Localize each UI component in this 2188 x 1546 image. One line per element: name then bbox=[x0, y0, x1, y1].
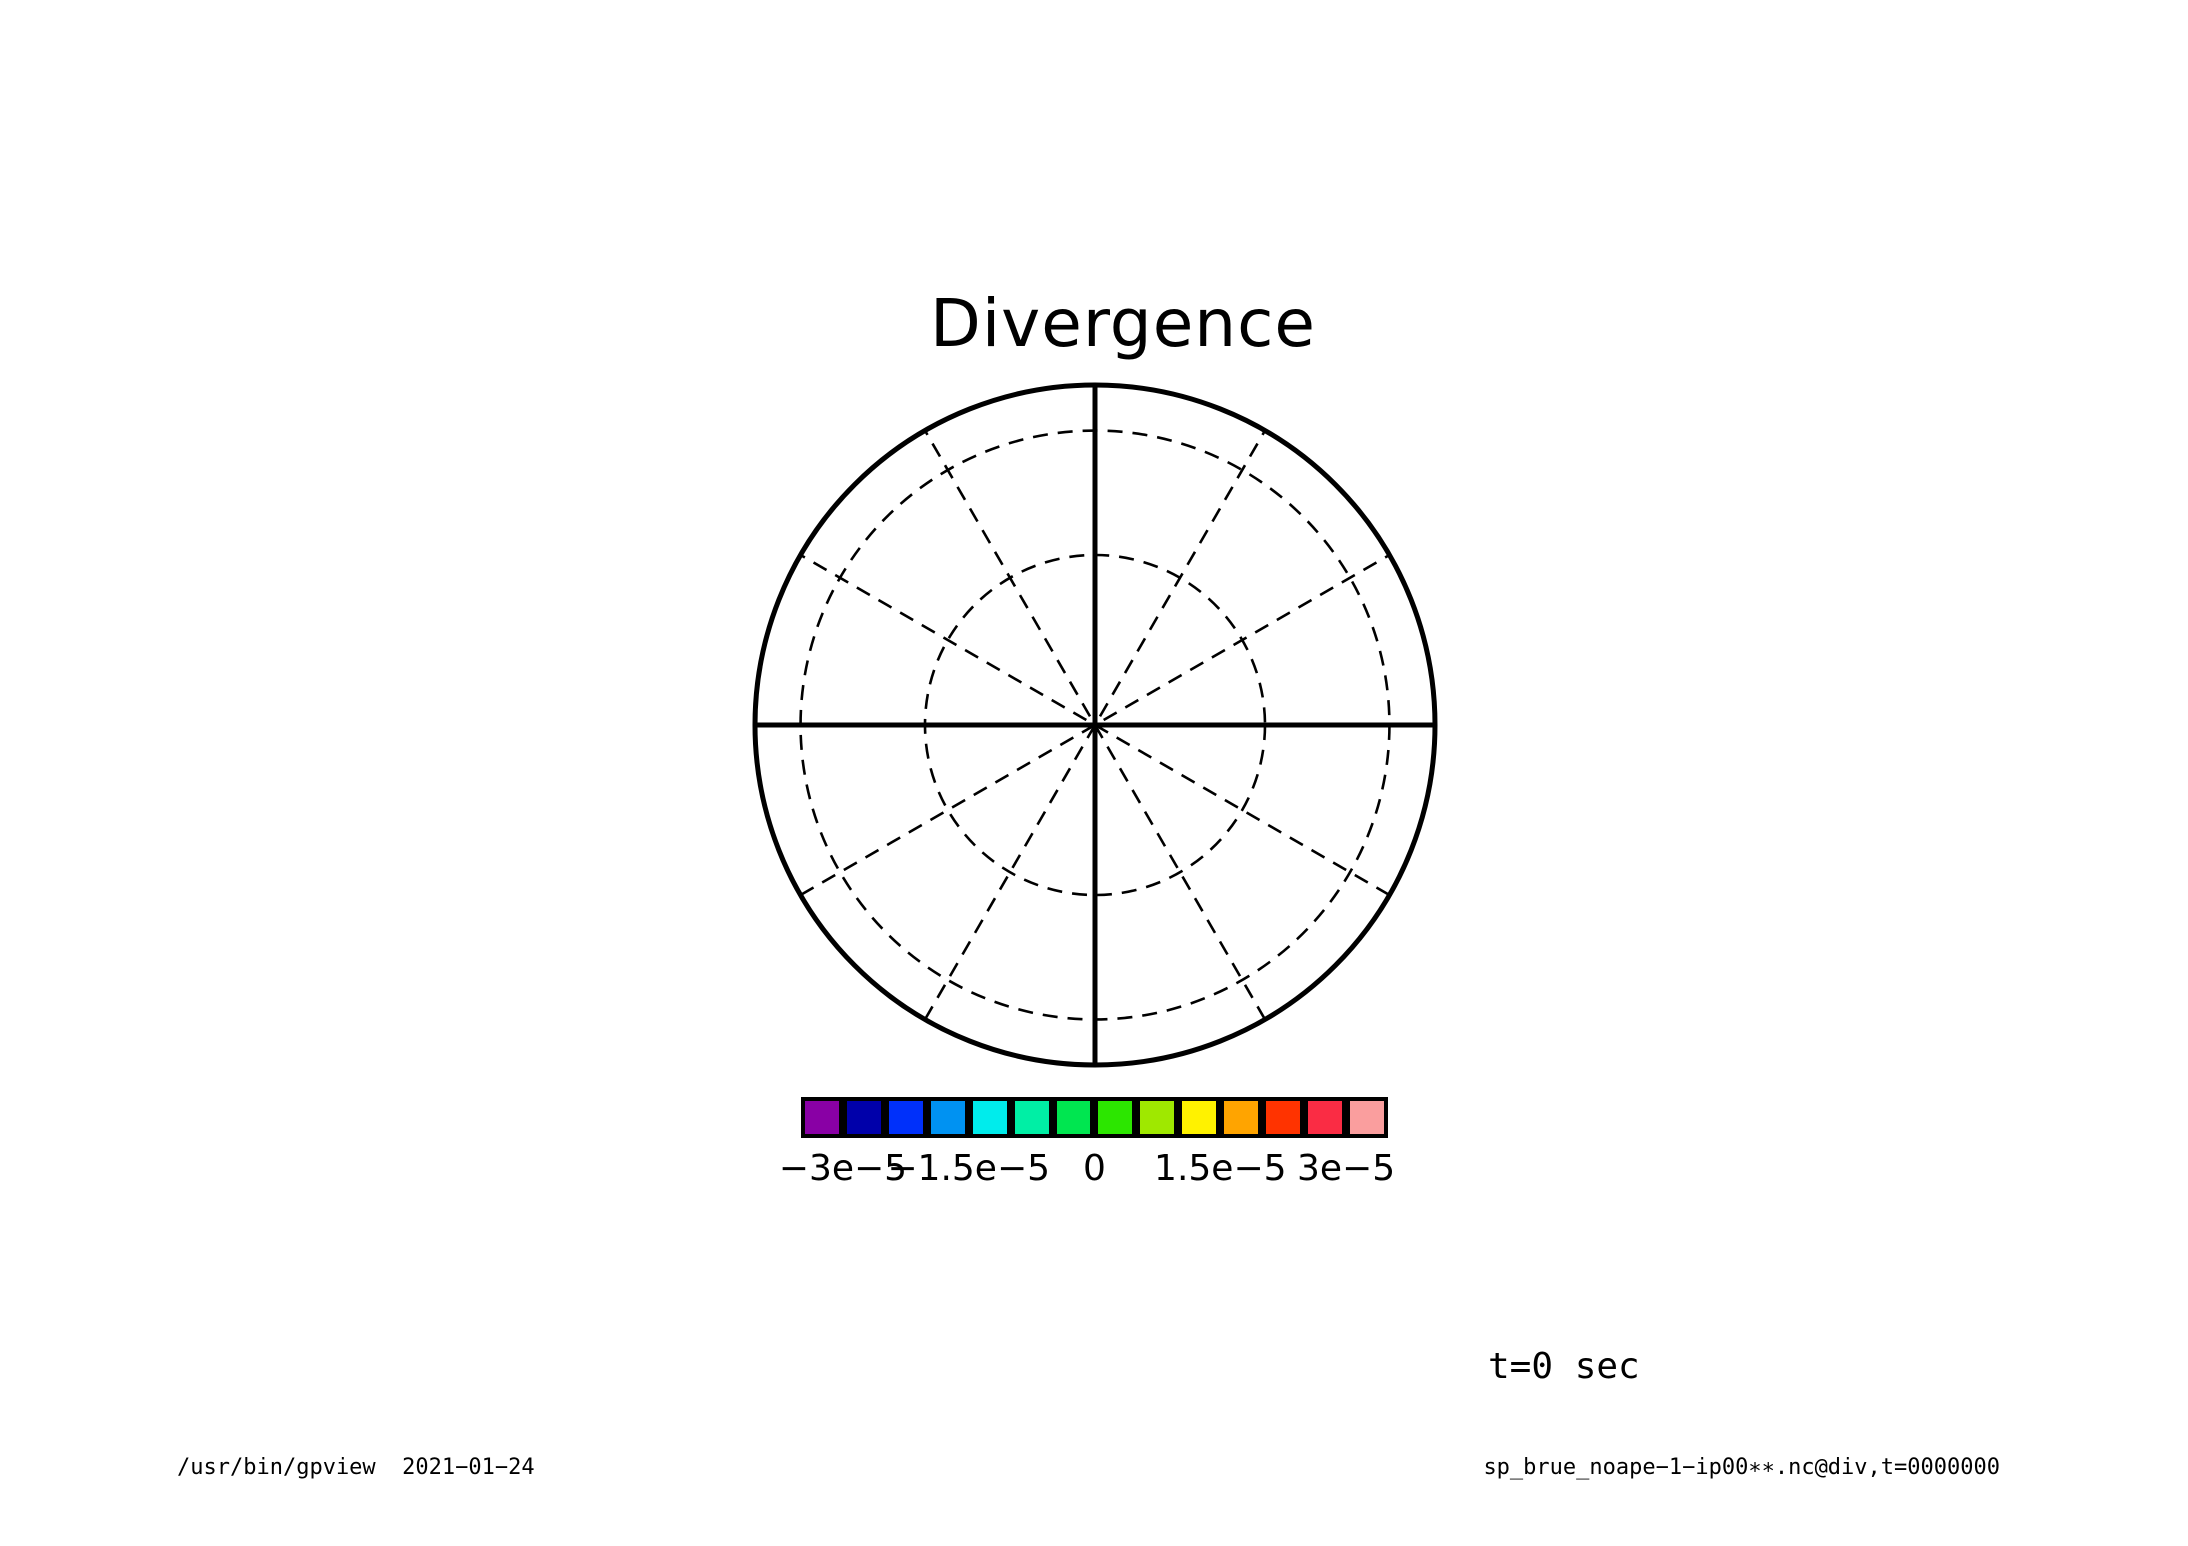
colorbar-tick-label: −1.5e−5 bbox=[887, 1151, 1050, 1187]
colorbar-cell bbox=[885, 1097, 927, 1138]
colorbar-cell bbox=[1262, 1097, 1304, 1138]
colorbar-cell bbox=[969, 1097, 1011, 1138]
colorbar-tick-label: 3e−5 bbox=[1297, 1151, 1395, 1187]
footer-filename: sp_brue_noape−1−ip00∗∗.nc@div,t=0000000 bbox=[1483, 1457, 2000, 1479]
time-label: t=0 sec bbox=[1488, 1349, 1640, 1385]
colorbar-cell bbox=[1220, 1097, 1262, 1138]
colorbar-tick-labels: −3e−5−1.5e−501.5e−53e−5 bbox=[801, 1151, 1388, 1197]
colorbar bbox=[801, 1097, 1388, 1138]
colorbar-cell bbox=[1011, 1097, 1053, 1138]
colorbar-cell bbox=[1053, 1097, 1095, 1138]
colorbar-cell bbox=[1304, 1097, 1346, 1138]
colorbar-tick-label: 0 bbox=[1083, 1151, 1106, 1187]
gpview-figure: Divergence −3e−5−1.5e−501.5e−53e−5 t=0 s… bbox=[0, 0, 2188, 1546]
colorbar-cell bbox=[843, 1097, 885, 1138]
plot-title: Divergence bbox=[930, 291, 1316, 357]
colorbar-cell bbox=[1346, 1097, 1388, 1138]
colorbar-cell bbox=[1094, 1097, 1136, 1138]
polar-map bbox=[749, 379, 1441, 1071]
colorbar-cell bbox=[1178, 1097, 1220, 1138]
colorbar-cell bbox=[1136, 1097, 1178, 1138]
footer-command-date: /usr/bin/gpview 2021−01−24 bbox=[177, 1457, 535, 1479]
colorbar-cell bbox=[801, 1097, 843, 1138]
colorbar-cell bbox=[927, 1097, 969, 1138]
colorbar-tick-label: 1.5e−5 bbox=[1154, 1151, 1286, 1187]
